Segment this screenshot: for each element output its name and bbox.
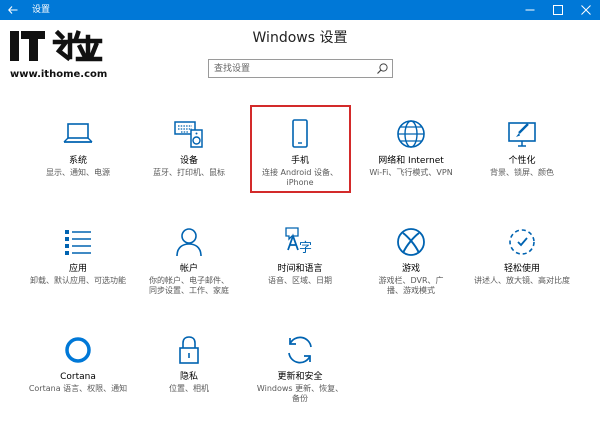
tile-privacy[interactable]: 隐私 位置、相机 (141, 328, 237, 412)
tile-description: 游戏栏、DVR、广播、游戏模式 (378, 276, 444, 295)
tile-system[interactable]: 系统 显示、通知、电源 (30, 112, 126, 196)
cortana-icon (62, 334, 94, 366)
tile-description: 位置、相机 (169, 384, 209, 393)
tile-description: 背景、锁屏、颜色 (490, 168, 554, 177)
search-box[interactable] (208, 59, 393, 78)
search-input[interactable] (209, 60, 374, 77)
tile-description: 语音、区域、日期 (268, 276, 332, 285)
tile-label: 更新和安全 (277, 372, 323, 382)
tile-label: 时间和语言 (277, 264, 323, 274)
tile-label: 轻松使用 (503, 264, 540, 274)
tile-personalization[interactable]: 个性化 背景、锁屏、颜色 (474, 112, 570, 196)
tile-devices[interactable]: 设备 蓝牙、打印机、鼠标 (141, 112, 237, 196)
tile-cortana[interactable]: Cortana Cortana 语言、权限、通知 (29, 328, 127, 412)
tile-label: 游戏 (401, 264, 420, 274)
tile-label: 帐户 (179, 264, 198, 274)
tile-network[interactable]: 网络和 Internet Wi-Fi、飞行模式、VPN (363, 112, 459, 196)
tile-description: 显示、通知、电源 (46, 168, 110, 177)
tile-apps[interactable]: 应用 卸载、默认应用、可选功能 (30, 220, 126, 304)
tile-description: 卸载、默认应用、可选功能 (30, 276, 126, 285)
tile-description: 讲述人、放大镜、高对比度 (474, 276, 570, 285)
tile-gaming[interactable]: 游戏 游戏栏、DVR、广播、游戏模式 (363, 220, 459, 304)
search-icon[interactable] (376, 62, 389, 75)
tile-description: 你的帐户、电子邮件、同步设置、工作、家庭 (149, 276, 229, 295)
laptop-icon (62, 118, 94, 150)
tile-label: 系统 (68, 156, 87, 166)
tile-description: Windows 更新、恢复、备份 (256, 384, 344, 403)
globe-icon (395, 118, 427, 150)
tile-description: Cortana 语言、权限、通知 (28, 384, 128, 393)
tile-accounts[interactable]: 帐户 你的帐户、电子邮件、同步设置、工作、家庭 (141, 220, 237, 304)
keyboard-speaker-icon (173, 118, 205, 150)
apps-list-icon (62, 226, 94, 258)
close-icon[interactable] (572, 0, 600, 20)
maximize-icon[interactable] (544, 0, 572, 20)
ease-of-access-icon (506, 226, 538, 258)
tile-label: 设备 (179, 156, 198, 166)
tile-label: 隐私 (179, 372, 198, 382)
title-bar: 设置 (0, 0, 600, 20)
tile-label: 个性化 (508, 156, 536, 166)
minimize-icon[interactable] (516, 0, 544, 20)
phone-tile-highlight (250, 105, 351, 193)
tile-label: 网络和 Internet (378, 156, 444, 166)
tile-label: Cortana (60, 372, 96, 382)
update-icon (284, 334, 316, 366)
tile-description: Wi-Fi、飞行模式、VPN (369, 168, 453, 177)
person-icon (173, 226, 205, 258)
time-language-icon: 字 (284, 226, 316, 258)
tile-time-language[interactable]: 字 时间和语言 语音、区域、日期 (252, 220, 348, 304)
back-arrow-icon[interactable] (0, 0, 26, 20)
tile-description: 蓝牙、打印机、鼠标 (153, 168, 225, 177)
tile-ease-of-access[interactable]: 轻松使用 讲述人、放大镜、高对比度 (474, 220, 570, 304)
lock-icon (173, 334, 205, 366)
tile-label: 应用 (68, 264, 87, 274)
window-title: 设置 (32, 5, 51, 15)
tile-update-security[interactable]: 更新和安全 Windows 更新、恢复、备份 (252, 328, 348, 412)
page-title: Windows 设置 (252, 30, 348, 46)
paint-monitor-icon (506, 118, 538, 150)
watermark-url: www.ithome.com (10, 69, 108, 80)
xbox-icon (395, 226, 427, 258)
svg-text:字: 字 (299, 241, 312, 256)
